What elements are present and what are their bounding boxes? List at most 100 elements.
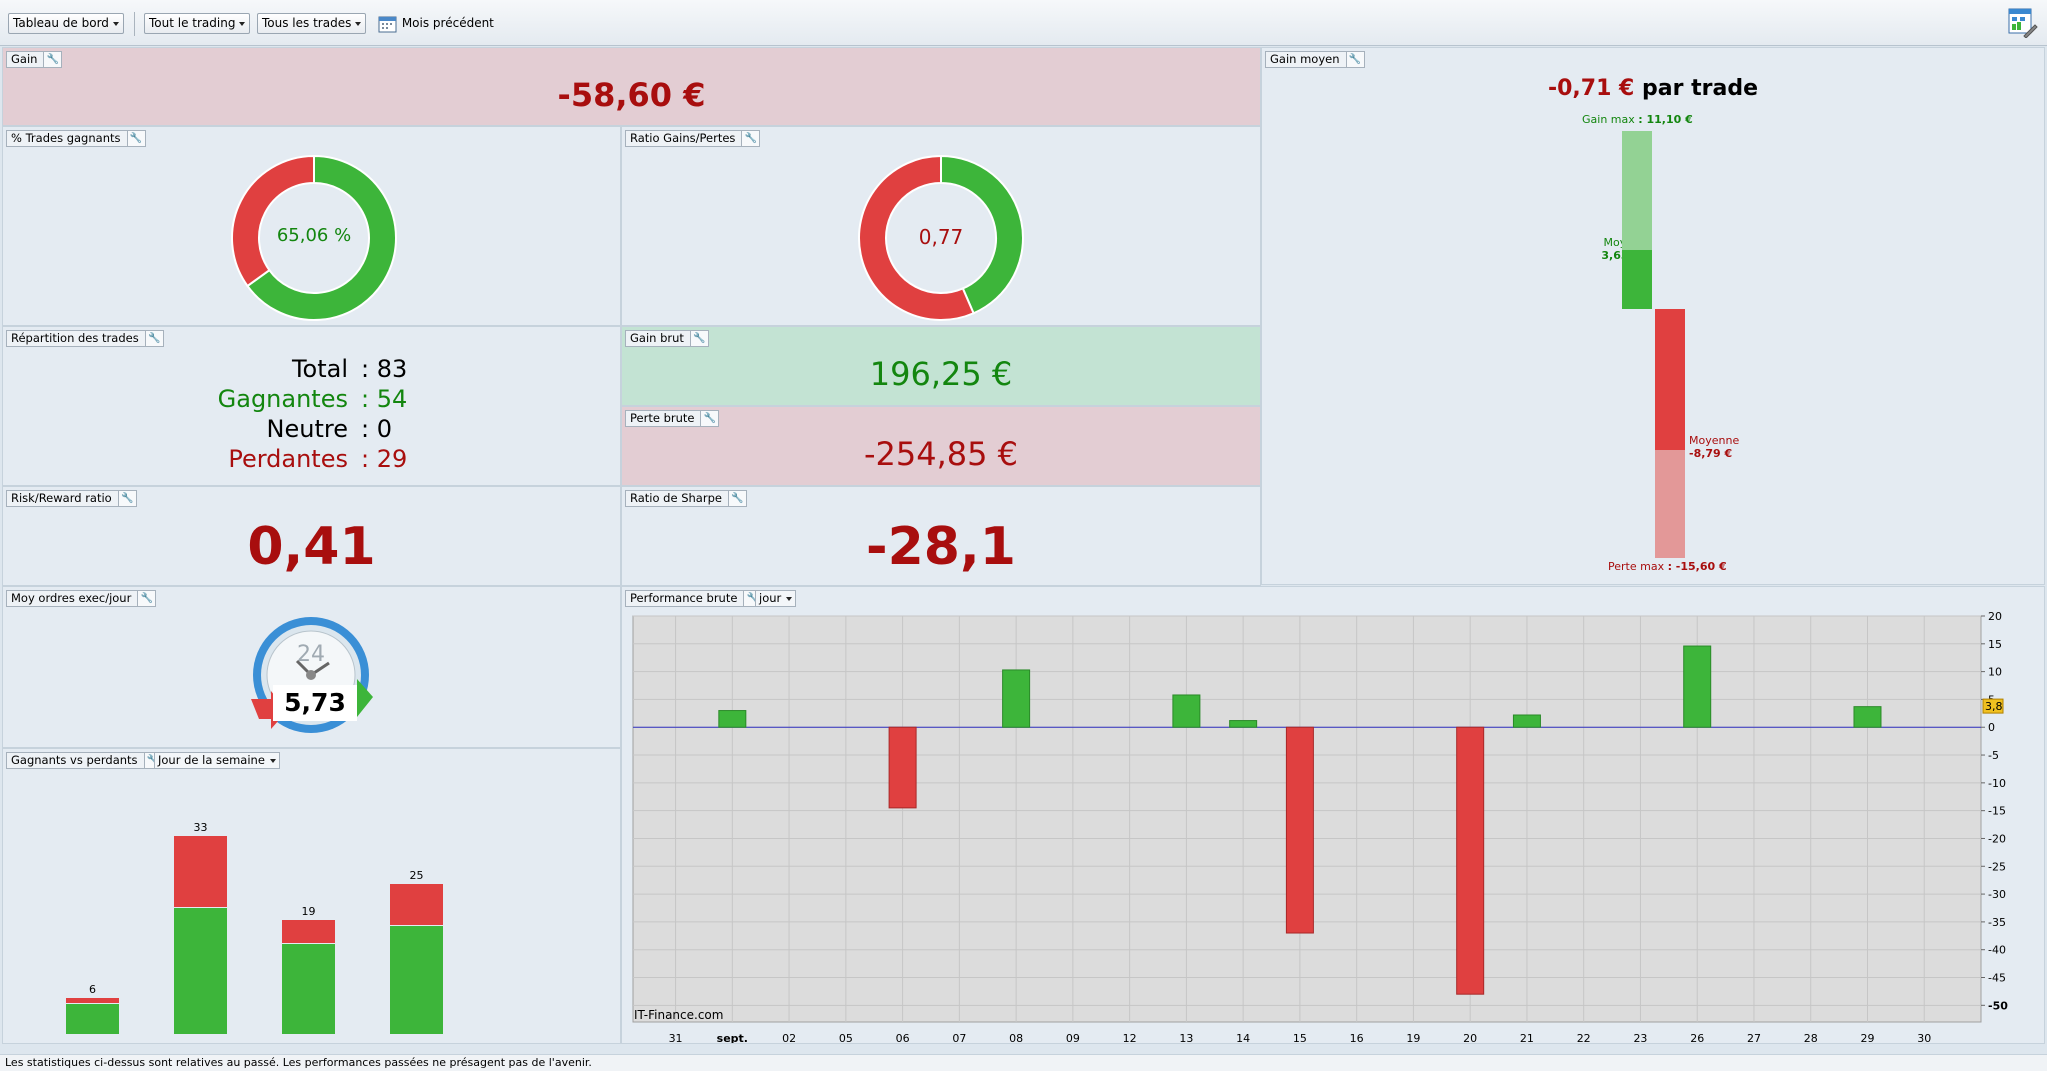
y-tick-label: -25 <box>1988 860 2006 873</box>
wrench-icon[interactable]: 🔧 <box>126 131 145 146</box>
gvp-loss-bar <box>390 884 443 925</box>
ratio-gp-value: 0,77 <box>918 225 964 249</box>
wrench-icon[interactable]: 🔧 <box>117 491 136 506</box>
trades-filter-dropdown[interactable]: Tous les trades <box>257 13 367 34</box>
x-tick-label: 28 <box>1804 1032 1818 1044</box>
ratio-gp-label: Ratio Gains/Pertes <box>630 131 736 145</box>
y-tick-label: -15 <box>1988 805 2006 818</box>
perdantes-label: Perdantes <box>228 445 348 473</box>
x-tick-label: 15 <box>1293 1032 1307 1044</box>
dashboard-settings-icon[interactable] <box>2008 8 2038 38</box>
x-tick-label: 09 <box>1066 1032 1080 1044</box>
wrench-icon[interactable]: 🔧 <box>741 131 760 146</box>
gvp-category-label: mar. <box>188 1041 212 1044</box>
gain-brut-tag: Gain brut 🔧 <box>625 330 709 347</box>
repartition-label: Répartition des trades <box>11 331 139 345</box>
x-tick-label: 05 <box>839 1032 853 1044</box>
donut-loss-slice <box>231 154 315 288</box>
x-tick-label: 16 <box>1350 1032 1364 1044</box>
x-tick-label: 23 <box>1633 1032 1647 1044</box>
win-pct-label: % Trades gagnants <box>11 131 121 145</box>
gvp-chart: 6 lun. 33 mar. 19 mer. 25 jeu. ven. <box>66 821 537 1044</box>
perf-bar <box>1229 720 1258 728</box>
x-tick-label: 08 <box>1009 1032 1023 1044</box>
dashboard-dropdown[interactable]: Tableau de bord <box>8 13 124 34</box>
perf-bar <box>1683 645 1712 728</box>
ordres-panel: Moy ordres exec/jour 🔧 24 5,73 <box>2 586 621 748</box>
toolbar-separator <box>134 12 135 36</box>
perf-bar <box>1002 669 1031 728</box>
x-tick-label: 31 <box>669 1032 683 1044</box>
moyenne-bar <box>1655 309 1685 450</box>
value-marker-label: 3,8 <box>1985 700 2003 713</box>
ordres-value: 5,73 <box>273 685 357 721</box>
perte-brute-label: Perte brute <box>630 411 695 425</box>
perf-panel: Performance brute🔧 jour 20151050-5-10-15… <box>621 586 2045 1044</box>
gain-brut-panel: Gain brut 🔧 196,25 € <box>621 326 1261 406</box>
toolbar: Tableau de bord Tout le trading Tous les… <box>0 0 2047 46</box>
x-tick-label: 14 <box>1236 1032 1250 1044</box>
perte-brute-panel: Perte brute 🔧 -254,85 € <box>621 406 1261 486</box>
perf-bar <box>888 726 917 809</box>
risk-reward-panel: Risk/Reward ratio 🔧 0,41 <box>2 486 621 586</box>
perte-max-bar <box>1655 450 1685 558</box>
wrench-icon[interactable]: 🔧 <box>689 331 708 346</box>
y-tick-label: -20 <box>1988 832 2006 845</box>
total-label: Total <box>291 355 348 383</box>
gvp-win-bar <box>66 1004 119 1034</box>
neutre-value: : 0 <box>361 415 392 443</box>
sharpe-value: -28,1 <box>866 517 1016 577</box>
period-selector[interactable]: Mois précédent <box>378 13 494 34</box>
wrench-icon[interactable]: 🔧 <box>43 52 62 67</box>
moyenne-value: -8,79 € <box>1689 447 1733 460</box>
neutre-label: Neutre <box>266 415 348 443</box>
footer: Les statistiques ci-dessus sont relative… <box>0 1054 2047 1071</box>
win-pct-tag: % Trades gagnants 🔧 <box>6 130 146 147</box>
gvp-category-label: lun. <box>82 1041 103 1044</box>
period-label: Mois précédent <box>401 16 494 30</box>
gain-brut-value: 196,25 € <box>869 355 1013 393</box>
win-pct-panel: % Trades gagnants 🔧 65,06 % <box>2 126 621 326</box>
y-tick-label: -35 <box>1988 916 2006 929</box>
y-tick-label: -10 <box>1988 777 2006 790</box>
gvp-category-label: ven. <box>513 1041 537 1044</box>
repartition-panel: Répartition des trades 🔧 Total : 83 Gagna… <box>2 326 621 486</box>
gvp-panel: Gagnants vs perdants🔧 Jour de la semaine… <box>2 748 621 1044</box>
y-tick-label: -40 <box>1988 944 2006 957</box>
perte-max-label: Perte max <box>1608 560 1665 573</box>
gain-tag: Gain 🔧 <box>6 51 63 68</box>
y-tick-label: 20 <box>1988 610 2002 623</box>
gvp-win-bar <box>390 926 443 1034</box>
y-tick-label: -30 <box>1988 888 2006 901</box>
risk-reward-label: Risk/Reward ratio <box>11 491 112 505</box>
x-tick-label: 27 <box>1747 1032 1761 1044</box>
x-tick-label: 02 <box>782 1032 796 1044</box>
calendar-icon <box>378 16 397 32</box>
gvp-loss-bar <box>66 998 119 1003</box>
x-tick-label: 20 <box>1463 1032 1477 1044</box>
risk-reward-tag: Risk/Reward ratio 🔧 <box>6 490 137 507</box>
ordres-label: Moy ordres exec/jour <box>11 591 132 605</box>
gvp-total-label: 25 <box>410 869 424 882</box>
wrench-icon[interactable]: 🔧 <box>144 331 163 346</box>
trading-filter-dropdown[interactable]: Tout le trading <box>144 13 251 34</box>
moyenne-label: Moyenne <box>1689 434 1740 447</box>
gvp-category-label: jeu. <box>405 1041 426 1044</box>
wrench-icon[interactable]: 🔧 <box>727 491 746 506</box>
gain-moyen-panel: Gain moyen 🔧 -0,71 € par trade Gain max :… <box>1261 47 2045 585</box>
x-tick-label: sept. <box>717 1032 748 1044</box>
perf-bar <box>1172 694 1201 728</box>
gagnantes-label: Gagnantes <box>217 385 348 413</box>
wrench-icon[interactable]: 🔧 <box>700 411 719 426</box>
y-tick-label: -5 <box>1988 749 1999 762</box>
y-tick-label: 0 <box>1988 721 1995 734</box>
x-tick-label: 13 <box>1179 1032 1193 1044</box>
y-tick-label: -50 <box>1988 999 2008 1012</box>
x-tick-label: 12 <box>1123 1032 1137 1044</box>
x-tick-label: 21 <box>1520 1032 1534 1044</box>
gain-value: -58,60 € <box>557 76 706 114</box>
perte-brute-tag: Perte brute 🔧 <box>625 410 720 427</box>
gain-brut-label: Gain brut <box>630 331 684 345</box>
wrench-icon[interactable]: 🔧 <box>137 591 156 606</box>
gvp-loss-bar <box>174 836 227 907</box>
